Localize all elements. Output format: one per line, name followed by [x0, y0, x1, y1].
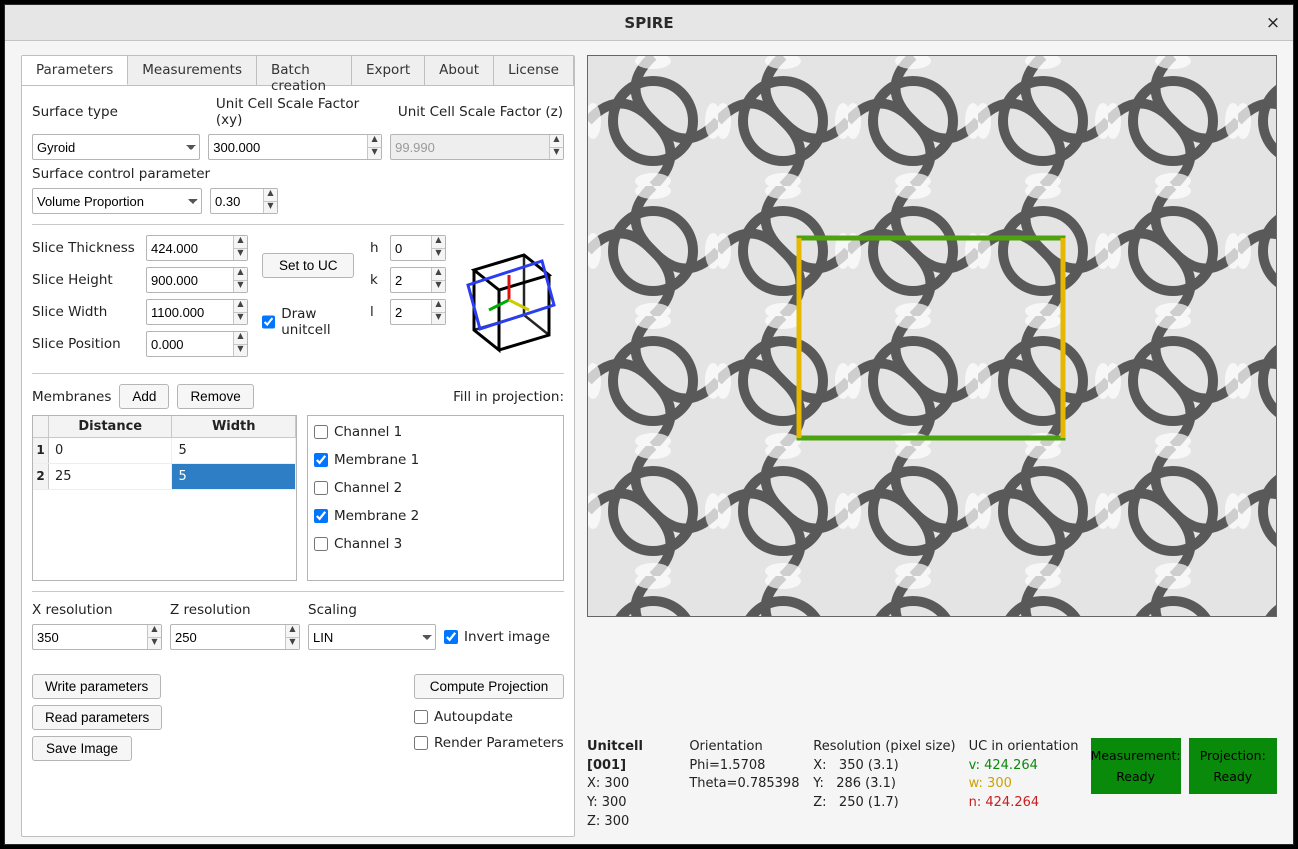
spin-up-icon[interactable]: ▲ [367, 135, 381, 148]
set-to-uc-button[interactable]: Set to UC [262, 253, 354, 278]
parameters-panel: Surface type Unit Cell Scale Factor (xy)… [22, 86, 574, 777]
fill-projection-label: Fill in projection: [453, 389, 564, 405]
draw-unitcell-checkbox[interactable] [262, 315, 275, 329]
save-image-button[interactable]: Save Image [32, 736, 132, 761]
z-res-label: Z resolution [170, 602, 300, 618]
surface-type-select[interactable]: Gyroid [32, 134, 200, 160]
table-row[interactable]: 1 0 5 [33, 438, 296, 464]
left-panel: Parameters Measurements Batch creation E… [21, 55, 575, 837]
col-width: Width [172, 416, 295, 437]
slice-position-label: Slice Position [32, 336, 138, 352]
surface-ctrl-select[interactable]: Volume Proportion [32, 188, 202, 214]
uc-z-input [390, 134, 564, 160]
h-label: h [370, 240, 382, 256]
autoupdate-checkbox[interactable] [414, 710, 428, 724]
membrane-1-checkbox[interactable] [314, 453, 328, 467]
measurement-status: Measurement: Ready [1091, 738, 1181, 794]
unitcell-preview-icon [454, 235, 564, 363]
k-label: k [370, 272, 382, 288]
uc-z-label: Unit Cell Scale Factor (z) [398, 104, 564, 120]
compute-projection-button[interactable]: Compute Projection [414, 674, 564, 699]
tab-license[interactable]: License [494, 56, 574, 85]
draw-unitcell-label: Draw unitcell [281, 306, 362, 338]
membranes-table[interactable]: Distance Width 1 0 5 2 25 5 [32, 415, 297, 581]
add-membrane-button[interactable]: Add [119, 384, 169, 409]
membrane-2-checkbox[interactable] [314, 509, 328, 523]
right-panel: Unitcell [001] X: 300 Y: 300 Z: 300 Orie… [587, 55, 1277, 832]
tab-bar: Parameters Measurements Batch creation E… [22, 56, 574, 86]
projection-status: Projection: Ready [1189, 738, 1277, 794]
projection-preview [587, 55, 1277, 617]
table-row[interactable]: 2 25 5 [33, 464, 296, 490]
status-bar: Unitcell [001] X: 300 Y: 300 Z: 300 Orie… [587, 738, 1277, 832]
resolution-title: Resolution (pixel size) [813, 738, 960, 757]
unitcell-title: Unitcell [001] [587, 738, 681, 776]
scaling-select[interactable]: LIN [308, 624, 436, 650]
window-title: SPIRE [624, 14, 673, 32]
tab-about[interactable]: About [425, 56, 494, 85]
window-body: Parameters Measurements Batch creation E… [5, 41, 1293, 844]
l-label: l [370, 304, 382, 320]
x-res-label: X resolution [32, 602, 162, 618]
col-distance: Distance [49, 416, 172, 437]
uc-orientation-title: UC in orientation [969, 738, 1083, 757]
x-res-input[interactable] [32, 624, 162, 650]
tab-export[interactable]: Export [352, 56, 425, 85]
remove-membrane-button[interactable]: Remove [177, 384, 253, 409]
tab-parameters[interactable]: Parameters [22, 56, 128, 85]
spin-up-icon[interactable]: ▲ [263, 189, 277, 202]
spin-down-icon: ▼ [549, 148, 563, 160]
surface-ctrl-label: Surface control parameter [32, 166, 210, 182]
z-res-input[interactable] [170, 624, 300, 650]
render-parameters-checkbox[interactable] [414, 736, 428, 750]
orientation-title: Orientation [689, 738, 805, 757]
scaling-label: Scaling [308, 602, 436, 618]
write-parameters-button[interactable]: Write parameters [32, 674, 161, 699]
slice-height-label: Slice Height [32, 272, 138, 288]
titlebar: SPIRE × [5, 5, 1293, 41]
channel-2-checkbox[interactable] [314, 481, 328, 495]
tab-measurements[interactable]: Measurements [128, 56, 257, 85]
close-icon[interactable]: × [1263, 13, 1283, 33]
membranes-label: Membranes [32, 389, 111, 405]
slice-thickness-label: Slice Thickness [32, 240, 138, 256]
spin-down-icon[interactable]: ▼ [367, 148, 381, 160]
fill-projection-list: Channel 1 Membrane 1 Channel 2 Membrane … [307, 415, 564, 581]
surface-type-label: Surface type [32, 104, 208, 120]
uc-xy-input[interactable] [208, 134, 382, 160]
invert-image-checkbox[interactable] [444, 630, 458, 644]
tab-batch-creation[interactable]: Batch creation [257, 56, 352, 85]
spin-up-icon: ▲ [549, 135, 563, 148]
read-parameters-button[interactable]: Read parameters [32, 705, 162, 730]
channel-1-checkbox[interactable] [314, 425, 328, 439]
app-window: SPIRE × Parameters Measurements Batch cr… [4, 4, 1294, 845]
slice-width-label: Slice Width [32, 304, 138, 320]
uc-xy-label: Unit Cell Scale Factor (xy) [216, 96, 390, 128]
channel-3-checkbox[interactable] [314, 537, 328, 551]
spin-down-icon[interactable]: ▼ [263, 202, 277, 214]
